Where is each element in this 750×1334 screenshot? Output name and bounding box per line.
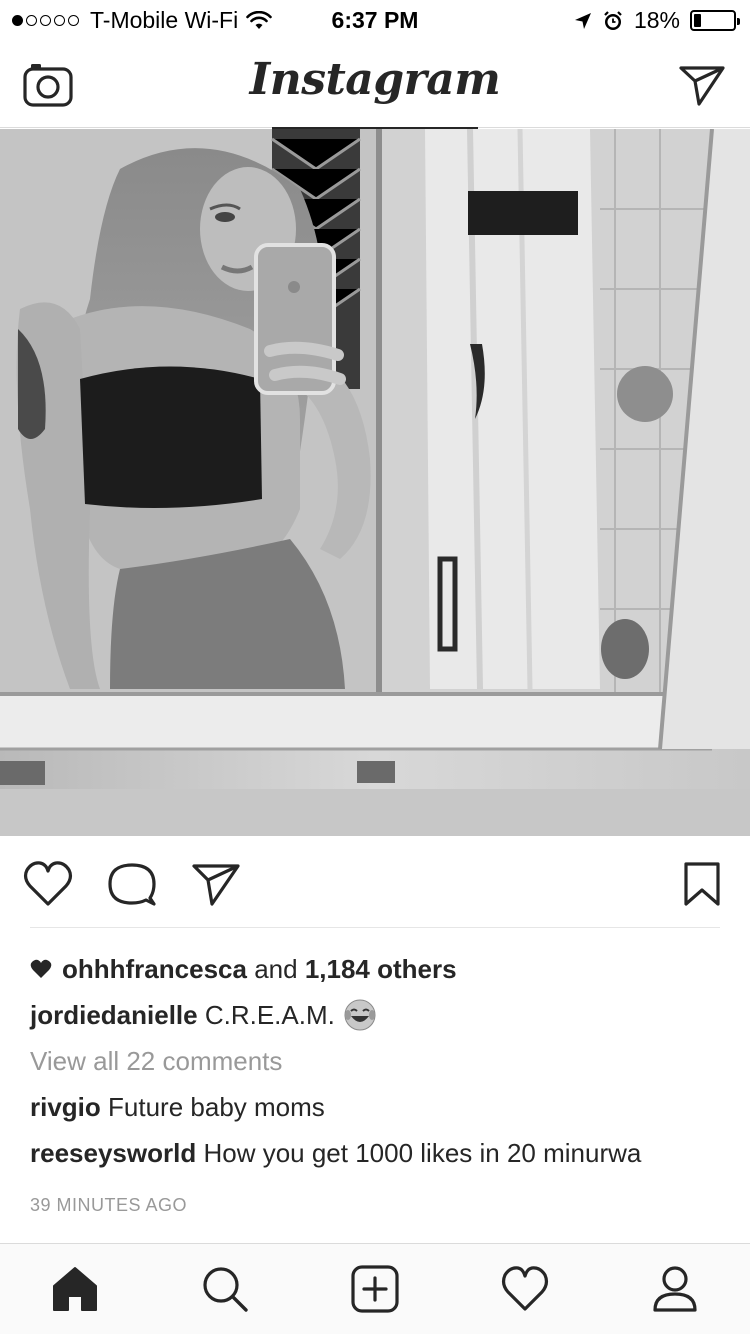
heart-outline-icon[interactable] <box>500 1264 550 1314</box>
heart-filled-icon <box>30 959 52 978</box>
nav-bar: Instagram <box>0 40 750 129</box>
status-bar: T-Mobile Wi-Fi 6:37 PM 18% <box>0 0 750 40</box>
actions-divider <box>30 927 720 928</box>
view-all-comments-link[interactable]: View all 22 comments <box>30 1038 720 1084</box>
direct-send-icon[interactable] <box>678 64 726 108</box>
post-photo[interactable] <box>0 129 750 836</box>
battery-fill <box>694 14 701 27</box>
battery-percent: 18% <box>633 7 680 33</box>
post-timestamp: 39 MINUTES AGO <box>30 1195 188 1215</box>
heart-outline-icon[interactable] <box>22 860 74 908</box>
comment-text: Future baby moms <box>108 1092 325 1122</box>
comment-row: rivgio Future baby moms <box>30 1084 720 1130</box>
face-with-tears-of-joy-emoji <box>344 999 376 1031</box>
home-filled-icon[interactable] <box>50 1264 100 1314</box>
comment-row: reeseysworld How you get 1000 likes in 2… <box>30 1130 720 1176</box>
likes-others[interactable]: 1,184 others <box>305 952 457 986</box>
likes-user[interactable]: ohhhfrancesca <box>62 952 247 986</box>
status-right: 18% <box>564 7 740 34</box>
instagram-logo: Instagram <box>249 54 501 105</box>
caption-row: jordiedanielle C.R.E.A.M. <box>30 992 720 1038</box>
comment-text: How you get 1000 likes in 20 minurwa <box>203 1138 642 1168</box>
post-info: ohhhfrancesca and 1,184 others jordiedan… <box>30 946 720 1222</box>
comment-user[interactable]: reeseysworld <box>30 1136 196 1170</box>
caption-text: C.R.E.A.M. <box>204 1000 335 1030</box>
post-photo-image <box>0 129 750 836</box>
caption-user[interactable]: jordiedanielle <box>30 998 198 1032</box>
person-icon[interactable] <box>650 1264 700 1314</box>
add-square-icon[interactable] <box>350 1264 400 1314</box>
search-icon[interactable] <box>200 1264 250 1314</box>
post-actions <box>0 836 750 928</box>
likes-connector: and <box>254 954 298 984</box>
paper-plane-icon[interactable] <box>190 860 242 908</box>
tab-bar <box>0 1243 750 1334</box>
comment-user[interactable]: rivgio <box>30 1090 101 1124</box>
comment-bubble-icon[interactable] <box>106 860 158 908</box>
battery-icon <box>690 10 740 31</box>
bookmark-icon[interactable] <box>682 860 722 908</box>
location-arrow-icon <box>574 12 591 29</box>
likes-row[interactable]: ohhhfrancesca and 1,184 others <box>30 946 720 992</box>
alarm-icon <box>604 10 622 30</box>
